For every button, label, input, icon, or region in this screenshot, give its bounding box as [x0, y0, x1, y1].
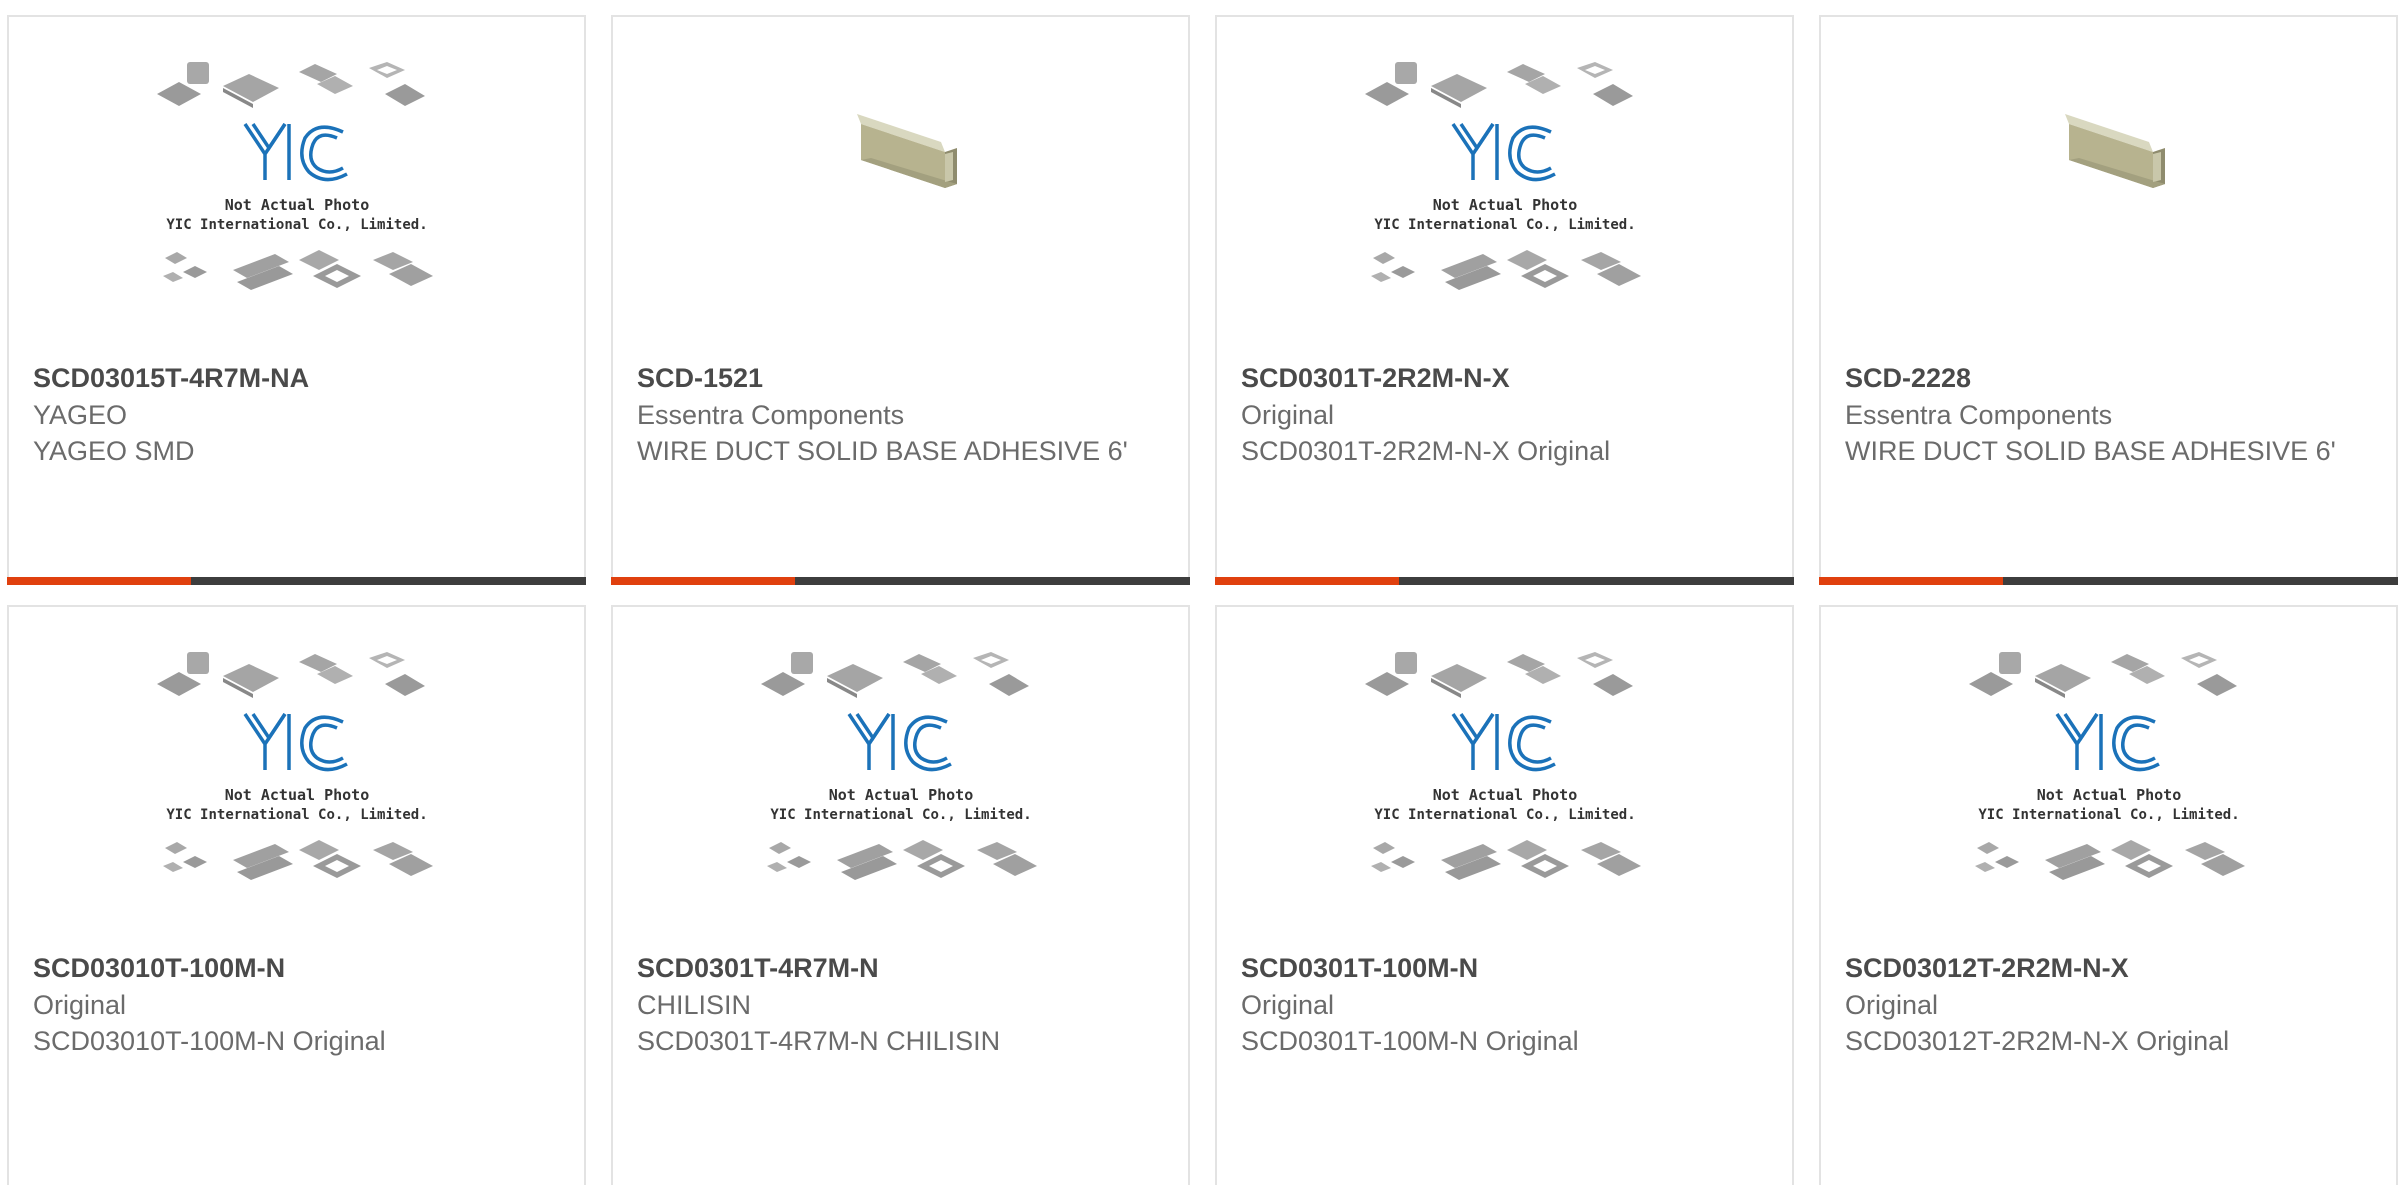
part-number[interactable]: SCD-1521	[637, 359, 1168, 397]
description: SCD0301T-4R7M-N CHILISIN	[637, 1026, 1001, 1056]
product-card[interactable]: SCD-1521 Essentra Components WIRE DUCT S…	[611, 15, 1190, 585]
description: YAGEO SMD	[33, 436, 195, 466]
svg-text:Not Actual Photo: Not Actual Photo	[224, 196, 369, 214]
manufacturer: CHILISIN	[637, 990, 752, 1020]
yic-placeholder-icon: Not Actual Photo YIC International Co., …	[1365, 62, 1645, 302]
part-number[interactable]: SCD03015T-4R7M-NA	[33, 359, 564, 397]
manufacturer: Essentra Components	[637, 400, 905, 430]
svg-text:Not Actual Photo: Not Actual Photo	[1432, 196, 1577, 214]
yic-placeholder-icon: Not Actual Photo YIC International Co., …	[1365, 652, 1645, 892]
svg-text:Not Actual Photo: Not Actual Photo	[1432, 786, 1577, 804]
manufacturer: Original	[1241, 990, 1335, 1020]
description: WIRE DUCT SOLID BASE ADHESIVE 6'	[637, 436, 1128, 466]
wire-duct-icon	[2064, 114, 2165, 188]
card-bottom-bar	[611, 577, 1190, 585]
part-number[interactable]: SCD03012T-2R2M-N-X	[1845, 949, 2376, 987]
product-card[interactable]: Not Actual Photo YIC International Co., …	[7, 605, 586, 1185]
svg-text:Not Actual Photo: Not Actual Photo	[2036, 786, 2181, 804]
manufacturer: YAGEO	[33, 400, 128, 430]
product-card[interactable]: Not Actual Photo YIC International Co., …	[7, 15, 586, 585]
svg-text:YIC International Co., Limited: YIC International Co., Limited.	[1374, 217, 1635, 233]
part-number[interactable]: SCD-2228	[1845, 359, 2376, 397]
product-image[interactable]: Not Actual Photo YIC International Co., …	[613, 652, 1188, 952]
svg-text:Not Actual Photo: Not Actual Photo	[828, 786, 973, 804]
part-number[interactable]: SCD0301T-2R2M-N-X	[1241, 359, 1772, 397]
svg-text:YIC International Co., Limited: YIC International Co., Limited.	[1374, 807, 1635, 823]
manufacturer: Original	[1845, 990, 1939, 1020]
product-card[interactable]: Not Actual Photo YIC International Co., …	[1215, 15, 1794, 585]
manufacturer: Original	[33, 990, 127, 1020]
product-card[interactable]: Not Actual Photo YIC International Co., …	[1819, 605, 2398, 1185]
product-image[interactable]: Not Actual Photo YIC International Co., …	[1217, 652, 1792, 952]
description: SCD0301T-100M-N Original	[1241, 1026, 1579, 1056]
product-card[interactable]: Not Actual Photo YIC International Co., …	[611, 605, 1190, 1185]
product-image[interactable]: Not Actual Photo YIC International Co., …	[1821, 652, 2396, 952]
manufacturer: Essentra Components	[1845, 400, 2113, 430]
yic-placeholder-icon: Not Actual Photo YIC International Co., …	[1969, 652, 2249, 892]
product-card[interactable]: SCD-2228 Essentra Components WIRE DUCT S…	[1819, 15, 2398, 585]
product-card[interactable]: Not Actual Photo YIC International Co., …	[1215, 605, 1794, 1185]
card-bottom-bar	[7, 577, 586, 585]
manufacturer: Original	[1241, 400, 1335, 430]
product-grid: Not Actual Photo YIC International Co., …	[0, 0, 2400, 1185]
yic-placeholder-icon: Not Actual Photo YIC International Co., …	[761, 652, 1041, 892]
product-image[interactable]	[1821, 62, 2396, 362]
yic-placeholder-icon: Not Actual Photo YIC International Co., …	[157, 62, 437, 302]
description: WIRE DUCT SOLID BASE ADHESIVE 6'	[1845, 436, 2336, 466]
description: SCD0301T-2R2M-N-X Original	[1241, 436, 1611, 466]
product-image[interactable]: Not Actual Photo YIC International Co., …	[9, 652, 584, 952]
part-number[interactable]: SCD0301T-100M-N	[1241, 949, 1772, 987]
description: SCD03012T-2R2M-N-X Original	[1845, 1026, 2230, 1056]
svg-text:YIC International Co., Limited: YIC International Co., Limited.	[166, 807, 427, 823]
svg-text:Not Actual Photo: Not Actual Photo	[224, 786, 369, 804]
svg-text:YIC International Co., Limited: YIC International Co., Limited.	[770, 807, 1031, 823]
card-bottom-bar	[1215, 577, 1794, 585]
card-bottom-bar	[1819, 577, 2398, 585]
svg-text:YIC International Co., Limited: YIC International Co., Limited.	[166, 217, 427, 233]
yic-placeholder-icon: Not Actual Photo YIC International Co., …	[157, 652, 437, 892]
wire-duct-icon	[856, 114, 957, 188]
product-image[interactable]: Not Actual Photo YIC International Co., …	[1217, 62, 1792, 362]
description: SCD03010T-100M-N Original	[33, 1026, 386, 1056]
product-image[interactable]: Not Actual Photo YIC International Co., …	[9, 62, 584, 362]
part-number[interactable]: SCD03010T-100M-N	[33, 949, 564, 987]
part-number[interactable]: SCD0301T-4R7M-N	[637, 949, 1168, 987]
svg-text:YIC International Co., Limited: YIC International Co., Limited.	[1978, 807, 2239, 823]
product-image[interactable]	[613, 62, 1188, 362]
